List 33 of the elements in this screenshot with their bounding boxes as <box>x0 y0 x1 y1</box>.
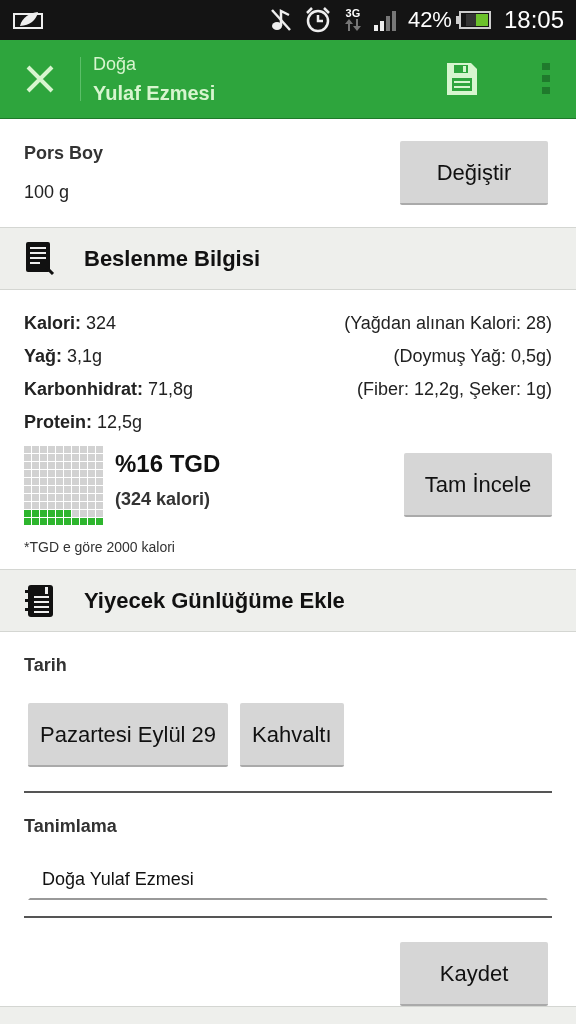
nutrient-value: Yağ: 3,1g <box>24 344 103 368</box>
date-label: Tarih <box>24 654 68 678</box>
clock: 18:05 <box>503 4 564 35</box>
battery-percent: 42% <box>407 6 452 35</box>
footnote: *TGD e göre 2000 kalori <box>24 537 176 557</box>
serving-value: 100 g <box>24 181 71 205</box>
nutrient-detail: (Fiber: 12,2g, Şeker: 1g) <box>356 377 552 401</box>
document-icon <box>24 241 56 276</box>
nutrient-detail: (Yağdan alınan Kalori: 28) <box>344 311 552 335</box>
section-title: Beslenme Bilgisi <box>84 244 261 273</box>
close-icon <box>25 64 55 95</box>
brand-subtitle: Doğa <box>93 52 138 76</box>
food-title: Yulaf Ezmesi <box>93 80 217 106</box>
change-button[interactable]: Değiştir <box>400 141 548 206</box>
more-icon <box>542 63 550 96</box>
daily-percent: %16 TGD <box>115 448 222 479</box>
description-label: Tanimlama <box>24 815 118 839</box>
meal-button[interactable]: Kahvaltı <box>240 703 344 768</box>
nutrient-value: Protein: 12,5g <box>24 410 143 434</box>
notebook-icon <box>24 583 56 618</box>
section-title: Yiyecek Günlüğüme Ekle <box>84 587 345 616</box>
nutrient-value: Kalori: 324 <box>24 311 117 335</box>
date-button[interactable]: Pazartesi Eylül 29 <box>28 703 229 768</box>
music-off-icon <box>269 7 292 32</box>
battery-icon <box>455 9 492 30</box>
full-view-button[interactable]: Tam İncele <box>404 453 552 518</box>
network-type: 3G <box>345 8 361 20</box>
daily-calories: (324 kalori) <box>115 487 212 511</box>
serving-label: Pors Boy <box>24 142 104 166</box>
data-arrows-icon <box>343 19 362 32</box>
nutrient-value: Karbonhidrat: 71,8g <box>24 377 194 401</box>
nutrient-detail: (Doymuş Yağ: 0,5g) <box>393 344 552 368</box>
save-entry-button[interactable]: Kaydet <box>400 942 548 1007</box>
